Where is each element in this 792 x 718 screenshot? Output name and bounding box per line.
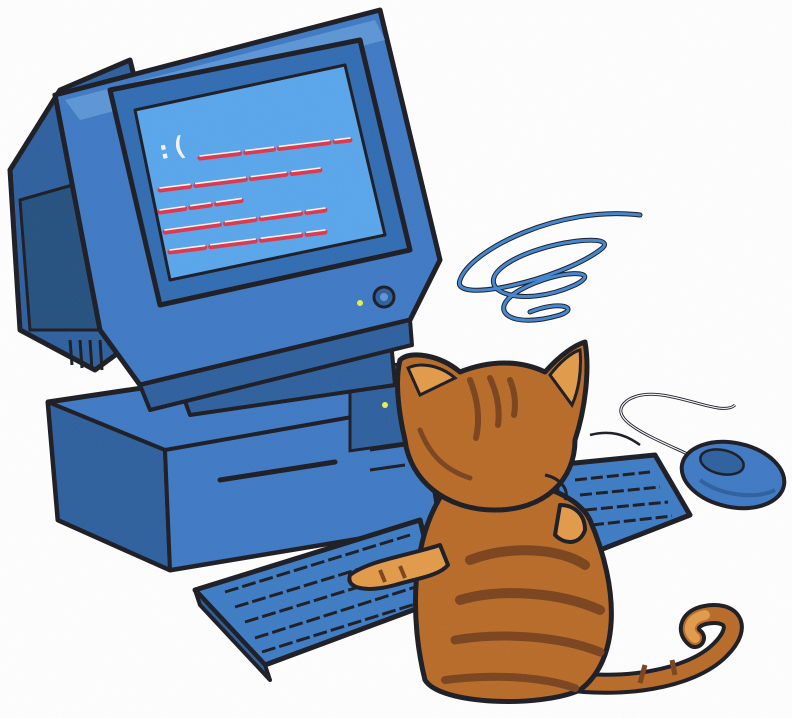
power-led-icon xyxy=(357,300,363,306)
cat-at-crashed-computer-illustration: :( xyxy=(0,0,792,718)
dizzy-scribble-icon xyxy=(457,211,643,323)
crt-monitor: :( xyxy=(7,7,443,417)
sad-face-emoticon: :( xyxy=(153,131,190,167)
case-power-led-icon xyxy=(382,402,388,408)
